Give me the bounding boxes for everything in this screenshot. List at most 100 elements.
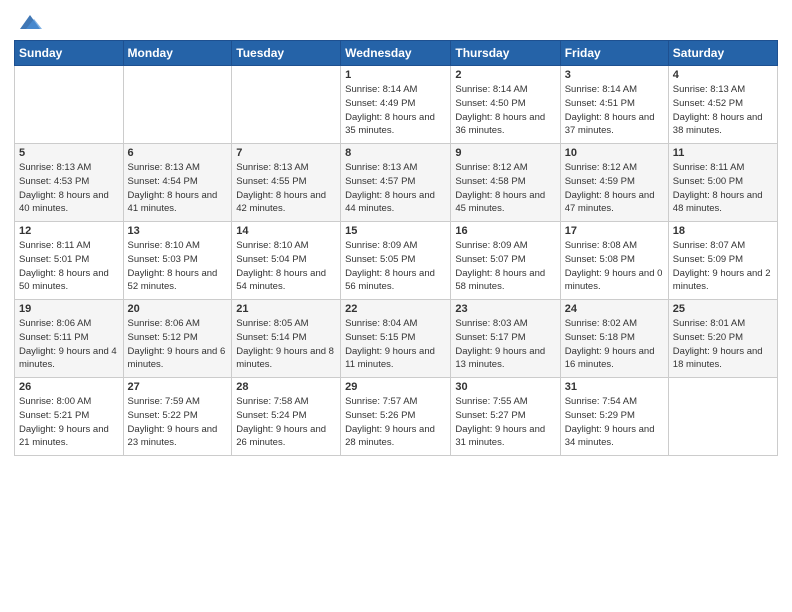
sunset-text: Sunset: 5:20 PM [673,332,743,343]
day-info: Sunrise: 8:13 AMSunset: 4:53 PMDaylight:… [19,161,119,216]
sunrise-text: Sunrise: 7:58 AM [236,396,308,407]
day-number: 23 [455,303,555,315]
sunrise-text: Sunrise: 8:13 AM [673,84,745,95]
day-info: Sunrise: 8:13 AM Sunset: 4:57 PM Daylight:… [345,161,446,216]
sunrise-text: Sunrise: 7:57 AM [345,396,417,407]
calendar-cell: 1Sunrise: 8:14 AMSunset: 4:49 PMDaylight… [341,66,451,144]
sunset-text: Sunset: 5:26 PM [345,410,415,421]
calendar-cell: 21 Sunrise: 8:05 AMSunset: 5:14 PMDayligh… [232,300,341,378]
daylight-text: Daylight: 9 hours and 26 minutes. [236,424,326,449]
day-info: Sunrise: 8:12 AMSunset: 4:58 PMDaylight:… [455,161,555,216]
sunset-text: Sunset: 5:27 PM [455,410,525,421]
daylight-text: Daylight: 9 hours and 6 minutes. [128,346,226,371]
calendar-cell: 14Sunrise: 8:10 AMSunset: 5:04 PMDayligh… [232,222,341,300]
sunset-text: Sunset: 4:51 PM [565,98,635,109]
daylight-text: Daylight: 9 hours and 11 minutes. [345,346,435,371]
day-number: 22 [345,303,446,315]
sunrise-text: Sunrise: 8:14 AM [455,84,527,95]
daylight-text: Daylight: 8 hours and 38 minutes. [673,112,763,137]
day-info: Sunrise: 8:11 AM Sunset: 5:01 PM Daylight:… [19,239,119,294]
sunset-text: Sunset: 4:57 PM [345,176,415,187]
sunrise-text: Sunrise: 8:09 AM [345,240,417,251]
calendar-cell: 6 Sunrise: 8:13 AMSunset: 4:54 PMDaylight… [123,144,232,222]
calendar-cell: 26 Sunrise: 8:00 AMSunset: 5:21 PMDayligh… [15,378,124,456]
calendar-cell [668,378,777,456]
day-number: 16 [455,225,555,237]
day-info: Sunrise: 8:10 AMSunset: 5:03 PMDaylight:… [128,239,228,294]
calendar-cell: 2Sunrise: 8:14 AMSunset: 4:50 PMDaylight… [451,66,560,144]
sunrise-text: Sunrise: 8:01 AM [673,318,745,329]
day-number: 30 [455,381,555,393]
calendar-cell: 5Sunrise: 8:13 AMSunset: 4:53 PMDaylight… [15,144,124,222]
day-number: 29 [345,381,446,393]
day-number: 12 [19,225,119,237]
logo [14,10,44,32]
day-info: Sunrise: 7:57 AM Sunset: 5:26 PM Daylight:… [345,395,446,450]
sunset-text: Sunset: 4:52 PM [673,98,743,109]
sunset-text: Sunset: 5:11 PM [19,332,89,343]
day-number: 21 [236,303,336,315]
day-number: 26 [19,381,119,393]
sunrise-text: Sunrise: 8:13 AM [345,162,417,173]
day-number: 3 [565,69,664,81]
daylight-text: Daylight: 9 hours and 0 minutes. [565,268,663,293]
calendar-cell: 15Sunrise: 8:09 AMSunset: 5:05 PMDayligh… [341,222,451,300]
sunrise-text: Sunrise: 8:04 AM [345,318,417,329]
sunrise-text: Sunrise: 7:55 AM [455,396,527,407]
daylight-text: Daylight: 8 hours and 44 minutes. [345,190,435,215]
daylight-text: Daylight: 8 hours and 45 minutes. [455,190,545,215]
sunrise-text: Sunrise: 8:10 AM [128,240,200,251]
sunset-text: Sunset: 5:14 PM [236,332,306,343]
day-info: Sunrise: 7:55 AMSunset: 5:27 PMDaylight:… [455,395,555,450]
daylight-text: Daylight: 9 hours and 34 minutes. [565,424,655,449]
day-number: 6 [128,147,228,159]
sunset-text: Sunset: 4:54 PM [128,176,198,187]
sunset-text: Sunset: 5:05 PM [345,254,415,265]
sunset-text: Sunset: 5:01 PM [19,254,89,265]
sunset-text: Sunset: 5:00 PM [673,176,743,187]
day-info: Sunrise: 8:13 AMSunset: 4:54 PMDaylight:… [128,161,228,216]
day-number: 27 [128,381,228,393]
weekday-header-monday: Monday [123,41,232,66]
daylight-text: Daylight: 8 hours and 35 minutes. [345,112,435,137]
sunrise-text: Sunrise: 8:14 AM [565,84,637,95]
sunset-text: Sunset: 5:08 PM [565,254,635,265]
day-number: 2 [455,69,555,81]
day-info: Sunrise: 8:03 AMSunset: 5:17 PMDaylight:… [455,317,555,372]
sunset-text: Sunset: 5:03 PM [128,254,198,265]
calendar-page: SundayMondayTuesdayWednesdayThursdayFrid… [0,0,792,470]
day-info: Sunrise: 8:00 AMSunset: 5:21 PMDaylight:… [19,395,119,450]
sunset-text: Sunset: 5:04 PM [236,254,306,265]
day-info: Sunrise: 8:14 AM Sunset: 4:51 PM Daylight:… [565,83,664,138]
daylight-text: Daylight: 9 hours and 18 minutes. [673,346,763,371]
calendar-cell: 16Sunrise: 8:09 AMSunset: 5:07 PMDayligh… [451,222,560,300]
daylight-text: Daylight: 8 hours and 58 minutes. [455,268,545,293]
sunrise-text: Sunrise: 8:11 AM [19,240,91,251]
calendar-cell: 13Sunrise: 8:10 AMSunset: 5:03 PMDayligh… [123,222,232,300]
daylight-text: Daylight: 8 hours and 37 minutes. [565,112,655,137]
daylight-text: Daylight: 8 hours and 47 minutes. [565,190,655,215]
day-number: 18 [673,225,773,237]
daylight-text: Daylight: 9 hours and 28 minutes. [345,424,435,449]
day-number: 24 [565,303,664,315]
sunset-text: Sunset: 4:49 PM [345,98,415,109]
sunset-text: Sunset: 5:22 PM [128,410,198,421]
sunset-text: Sunset: 5:24 PM [236,410,306,421]
week-row-4: 19Sunrise: 8:06 AMSunset: 5:11 PMDayligh… [15,300,778,378]
calendar-cell [123,66,232,144]
logo-icon [16,10,44,34]
day-info: Sunrise: 8:11 AMSunset: 5:00 PMDaylight:… [673,161,773,216]
sunset-text: Sunset: 4:50 PM [455,98,525,109]
weekday-header-saturday: Saturday [668,41,777,66]
day-info: Sunrise: 8:13 AM Sunset: 4:52 PM Daylight:… [673,83,773,138]
day-info: Sunrise: 7:59 AMSunset: 5:22 PMDaylight:… [128,395,228,450]
calendar-cell: 29 Sunrise: 7:57 AM Sunset: 5:26 PM Dayligh… [341,378,451,456]
daylight-text: Daylight: 8 hours and 50 minutes. [19,268,109,293]
day-number: 28 [236,381,336,393]
sunrise-text: Sunrise: 8:11 AM [673,162,745,173]
sunset-text: Sunset: 4:59 PM [565,176,635,187]
day-info: Sunrise: 8:05 AMSunset: 5:14 PMDaylight:… [236,317,336,372]
day-info: Sunrise: 8:12 AMSunset: 4:59 PMDaylight:… [565,161,664,216]
day-number: 14 [236,225,336,237]
daylight-text: Daylight: 8 hours and 41 minutes. [128,190,218,215]
